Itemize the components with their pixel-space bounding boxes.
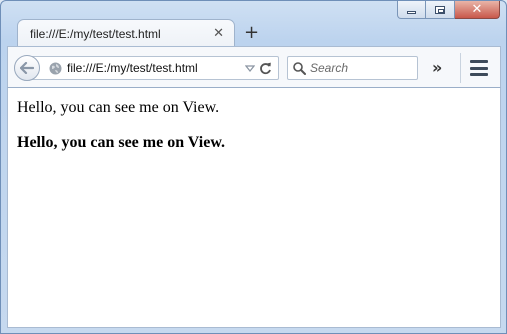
address-bar[interactable]: file:///E:/my/test/test.html — [32, 56, 279, 80]
restore-button[interactable] — [426, 1, 455, 19]
page-content: Hello, you can see me on View. Hello, yo… — [7, 88, 501, 328]
content-text: Hello, you can see me on View. — [17, 99, 220, 116]
close-icon: ✕ — [471, 2, 483, 17]
dropdown-triangle-icon[interactable] — [244, 64, 256, 72]
hamburger-menu-icon[interactable] — [470, 60, 488, 76]
navigation-toolbar: file:///E:/my/test/test.html » — [7, 46, 501, 88]
tab-title: file:///E:/my/test/test.html — [30, 26, 161, 41]
content-text-bold: Hello, you can see me on View. — [17, 134, 225, 151]
back-button[interactable] — [14, 55, 40, 81]
reload-icon[interactable] — [256, 62, 274, 75]
restore-icon — [435, 5, 445, 14]
minimize-button[interactable] — [397, 1, 426, 19]
browser-window: ✕ file:///E:/my/test/test.html ✕ + file:… — [0, 0, 507, 334]
close-window-button[interactable]: ✕ — [455, 1, 500, 19]
url-text[interactable]: file:///E:/my/test/test.html — [67, 61, 244, 75]
minimize-icon — [407, 10, 416, 14]
search-box[interactable] — [287, 56, 418, 80]
tab-close-icon[interactable]: ✕ — [213, 26, 224, 41]
window-controls: ✕ — [397, 1, 500, 19]
overflow-chevron-icon[interactable]: » — [432, 56, 442, 80]
globe-icon — [49, 62, 62, 75]
tab-active[interactable]: file:///E:/my/test/test.html ✕ — [17, 19, 235, 47]
search-icon — [293, 61, 306, 75]
search-input[interactable] — [310, 61, 410, 75]
back-arrow-icon — [20, 62, 34, 74]
toolbar-divider — [460, 53, 461, 83]
new-tab-button[interactable]: + — [244, 22, 259, 44]
